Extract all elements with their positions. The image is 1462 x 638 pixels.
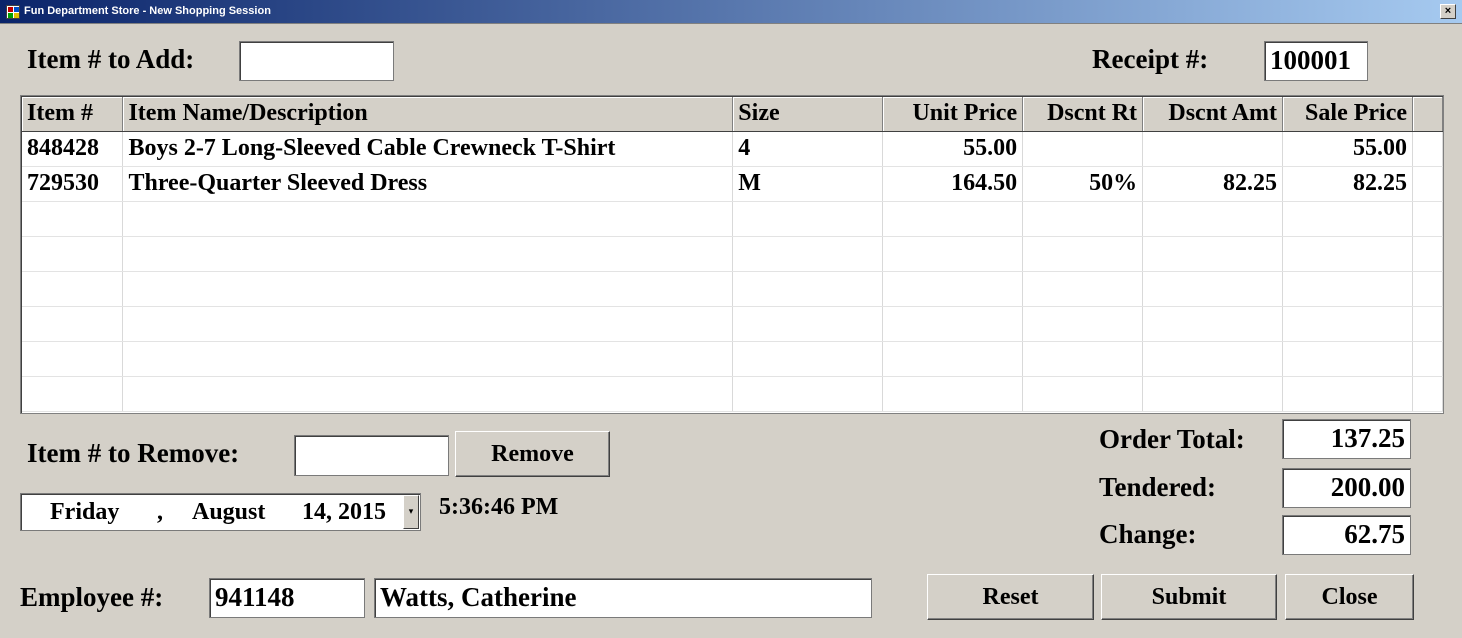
date-weekday: Friday xyxy=(50,499,120,525)
cell-item-number[interactable]: 729530 xyxy=(22,166,124,202)
items-grid[interactable]: Item # Item Name/Description Size Unit P… xyxy=(20,95,1444,414)
date-picker[interactable]: Friday , August 14, 2015 ▾ xyxy=(20,493,421,531)
item-to-add-label: Item # to Add: xyxy=(27,44,195,74)
col-header-unit-price[interactable]: Unit Price xyxy=(882,97,1024,132)
cell-filler xyxy=(1412,166,1443,202)
col-header-size[interactable]: Size xyxy=(732,97,884,132)
empty-row[interactable] xyxy=(22,236,1443,272)
cell-discount-rate[interactable] xyxy=(1022,131,1144,167)
cell-discount-amount[interactable] xyxy=(1142,131,1284,167)
cell-sale-price[interactable]: 55.00 xyxy=(1282,131,1413,167)
item-to-remove-label: Item # to Remove: xyxy=(27,438,240,468)
col-header-item-name[interactable]: Item Name/Description xyxy=(122,97,734,132)
employee-number-field[interactable]: 941148 xyxy=(209,578,365,618)
cell-item-number[interactable]: 848428 xyxy=(22,131,124,167)
table-row[interactable]: 848428 Boys 2-7 Long-Sleeved Cable Crewn… xyxy=(22,131,1443,167)
table-row[interactable]: 729530 Three-Quarter Sleeved Dress M 164… xyxy=(22,166,1443,202)
empty-row[interactable] xyxy=(22,341,1443,377)
item-to-remove-input[interactable] xyxy=(294,435,449,476)
date-month: August xyxy=(192,499,266,525)
item-to-add-input[interactable] xyxy=(239,41,394,81)
app-icon xyxy=(6,5,20,19)
grid-header-row: Item # Item Name/Description Size Unit P… xyxy=(22,97,1443,132)
close-window-button[interactable]: × xyxy=(1440,4,1456,19)
cell-size[interactable]: M xyxy=(732,166,884,202)
employee-number-label: Employee #: xyxy=(20,582,164,612)
close-button[interactable]: Close xyxy=(1285,574,1414,620)
date-separator: , xyxy=(157,499,163,525)
cell-unit-price[interactable]: 164.50 xyxy=(882,166,1024,202)
cell-discount-amount[interactable]: 82.25 xyxy=(1142,166,1284,202)
cell-sale-price[interactable]: 82.25 xyxy=(1282,166,1413,202)
date-day-year: 14, 2015 xyxy=(302,499,386,525)
col-header-filler xyxy=(1412,97,1443,132)
cell-item-name[interactable]: Three-Quarter Sleeved Dress xyxy=(122,166,734,202)
cell-unit-price[interactable]: 55.00 xyxy=(882,131,1024,167)
reset-button[interactable]: Reset xyxy=(927,574,1094,620)
window-title: Fun Department Store - New Shopping Sess… xyxy=(24,5,271,17)
empty-row[interactable] xyxy=(22,271,1443,307)
cell-item-name[interactable]: Boys 2-7 Long-Sleeved Cable Crewneck T-S… xyxy=(122,131,734,167)
cell-discount-rate[interactable]: 50% xyxy=(1022,166,1144,202)
change-field[interactable]: 62.75 xyxy=(1282,515,1411,555)
order-total-field[interactable]: 137.25 xyxy=(1282,419,1411,459)
items-table: Item # Item Name/Description Size Unit P… xyxy=(22,97,1443,412)
col-header-discount-rate[interactable]: Dscnt Rt xyxy=(1022,97,1144,132)
change-label: Change: xyxy=(1099,519,1197,549)
time-display: 5:36:46 PM xyxy=(439,494,559,520)
col-header-item-number[interactable]: Item # xyxy=(22,97,124,132)
receipt-label: Receipt #: xyxy=(1092,44,1209,74)
col-header-sale-price[interactable]: Sale Price xyxy=(1282,97,1413,132)
empty-row[interactable] xyxy=(22,201,1443,237)
employee-name-field[interactable]: Watts, Catherine xyxy=(374,578,872,618)
col-header-discount-amount[interactable]: Dscnt Amt xyxy=(1142,97,1284,132)
remove-button[interactable]: Remove xyxy=(455,431,610,477)
cell-size[interactable]: 4 xyxy=(732,131,884,167)
empty-row[interactable] xyxy=(22,376,1443,412)
empty-row[interactable] xyxy=(22,306,1443,342)
tendered-label: Tendered: xyxy=(1099,472,1217,502)
title-bar: Fun Department Store - New Shopping Sess… xyxy=(0,0,1462,24)
chevron-down-icon[interactable]: ▾ xyxy=(403,495,419,529)
submit-button[interactable]: Submit xyxy=(1101,574,1277,620)
order-total-label: Order Total: xyxy=(1099,424,1245,454)
tendered-field[interactable]: 200.00 xyxy=(1282,468,1411,508)
receipt-number-field[interactable]: 100001 xyxy=(1264,41,1368,81)
cell-filler xyxy=(1412,131,1443,167)
